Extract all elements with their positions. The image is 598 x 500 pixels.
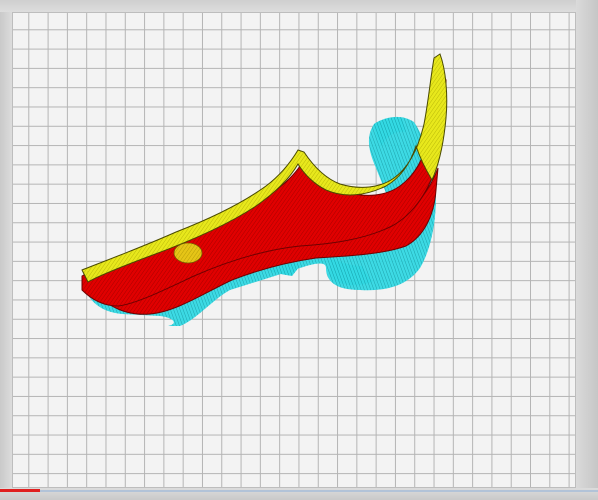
top-skin-spot [173, 242, 203, 264]
sliced-model[interactable] [0, 0, 598, 500]
plate-edge-line [40, 490, 598, 492]
x-axis-indicator [0, 489, 40, 492]
layer-viewport[interactable] [0, 0, 598, 500]
